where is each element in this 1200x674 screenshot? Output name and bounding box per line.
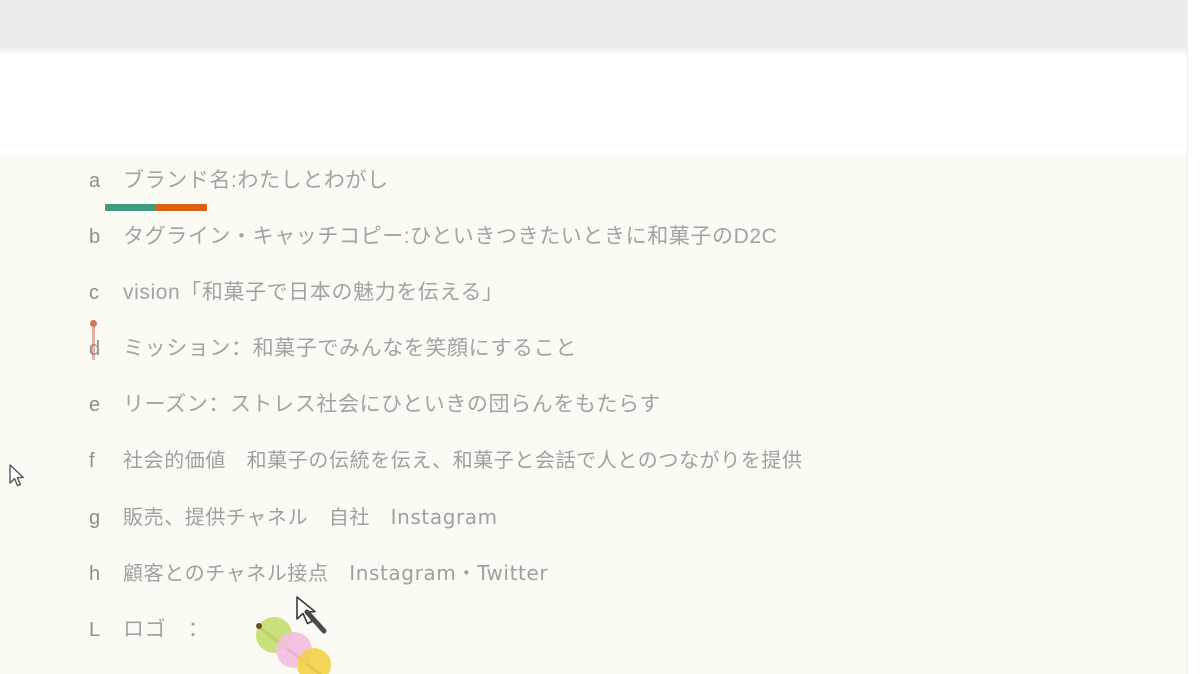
list-marker-d: d bbox=[89, 338, 101, 360]
doc-line-l[interactable]: L ロゴ ： bbox=[89, 613, 209, 643]
list-marker-e: e bbox=[89, 394, 101, 416]
doc-line-e-text: リーズン：ストレス社会にひといきの団らんをもたらす bbox=[123, 393, 661, 416]
page-right-edge-line bbox=[1187, 0, 1188, 674]
doc-line-h-text: 顧客とのチャネル接点 Instagram・Twitter bbox=[123, 561, 549, 585]
doc-line-f[interactable]: f 社会的価値 和菓子の伝統を伝え、和菓子と会話で人とのつながりを提供 bbox=[89, 444, 803, 473]
doc-line-d[interactable]: d ミッション：和菓子でみんなを笑顔にすること bbox=[89, 332, 577, 362]
doc-line-a-text: ブランド名:わたしとわがし bbox=[123, 169, 389, 192]
list-marker-f: f bbox=[89, 450, 96, 472]
doc-line-g-text: 販売、提供チャネル 自社 Instagram bbox=[123, 505, 498, 529]
doc-line-c[interactable]: c vision「和菓子で日本の魅力を伝える」 bbox=[89, 276, 504, 306]
dango-logo-icon bbox=[256, 617, 331, 674]
doc-line-h[interactable]: h 顧客とのチャネル接点 Instagram・Twitter bbox=[89, 557, 548, 586]
list-marker-h: h bbox=[89, 563, 101, 585]
doc-line-f-text: 社会的価値 和菓子の伝統を伝え、和菓子と会話で人とのつながりを提供 bbox=[123, 448, 803, 472]
text-highlight-bar bbox=[105, 204, 207, 211]
doc-line-c-text: vision「和菓子で日本の魅力を伝える」 bbox=[123, 281, 504, 304]
document-body: a ブランド名:わたしとわがし b タグライン・キャッチコピー:ひといきつきたい… bbox=[0, 54, 1188, 674]
highlight-segment-orange bbox=[156, 204, 207, 211]
doc-line-g[interactable]: g 販売、提供チャネル 自社 Instagram bbox=[89, 501, 498, 530]
doc-line-b[interactable]: b タグライン・キャッチコピー:ひといきつきたいときに和菓子のD2C bbox=[89, 220, 777, 250]
list-marker-a: a bbox=[89, 170, 101, 192]
doc-line-a[interactable]: a ブランド名:わたしとわがし bbox=[89, 164, 389, 194]
page-right-gutter bbox=[1188, 0, 1200, 674]
document-page[interactable]: a ブランド名:わたしとわがし b タグライン・キャッチコピー:ひといきつきたい… bbox=[0, 54, 1188, 674]
list-marker-g: g bbox=[89, 507, 101, 529]
doc-line-e[interactable]: e リーズン：ストレス社会にひといきの団らんをもたらす bbox=[89, 388, 661, 418]
list-marker-c: c bbox=[89, 282, 100, 304]
brand-logo[interactable]: わたしと、わがし bbox=[238, 614, 358, 674]
app-screen: a ブランド名:わたしとわがし b タグライン・キャッチコピー:ひといきつきたい… bbox=[0, 0, 1200, 674]
list-marker-b: b bbox=[89, 226, 101, 248]
doc-line-d-text: ミッション：和菓子でみんなを笑顔にすること bbox=[123, 337, 577, 360]
doc-line-l-text: ロゴ ： bbox=[123, 618, 210, 641]
highlight-segment-green bbox=[105, 204, 156, 211]
doc-line-b-text: タグライン・キャッチコピー:ひといきつきたいときに和菓子のD2C bbox=[123, 225, 778, 248]
list-marker-l: L bbox=[89, 619, 101, 641]
